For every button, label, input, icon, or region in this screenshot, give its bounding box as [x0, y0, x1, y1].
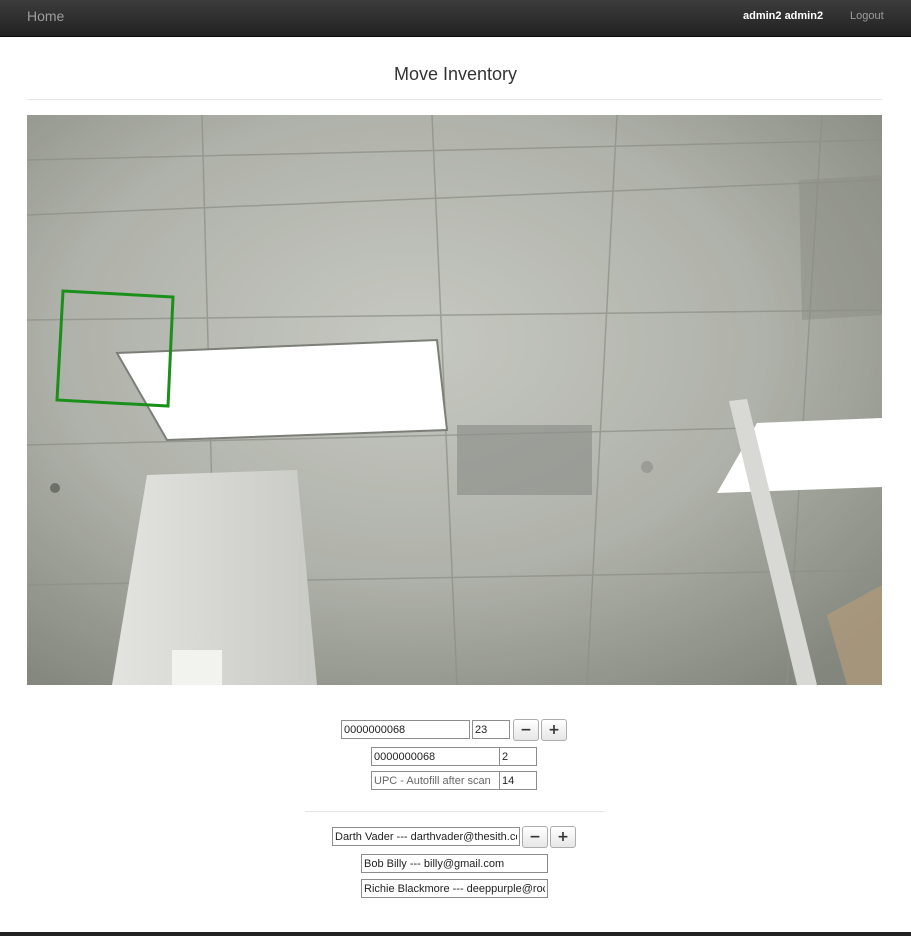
user-field-2[interactable] [361, 854, 548, 873]
section-divider [305, 811, 605, 812]
upc-field-2[interactable] [371, 747, 500, 766]
current-user-name: admin2 admin2 [743, 10, 824, 22]
bottom-bar [0, 932, 911, 936]
upc-field-3[interactable] [371, 771, 500, 790]
quantity-field-2[interactable] [499, 747, 537, 766]
camera-feed-image [27, 115, 882, 685]
remove-inventory-button[interactable]: − [513, 719, 539, 741]
camera-preview [27, 115, 882, 685]
upc-field-1[interactable] [341, 720, 470, 739]
user-field-1[interactable] [332, 827, 520, 846]
remove-user-button[interactable]: − [522, 826, 548, 848]
logout-link[interactable]: Logout [850, 10, 884, 22]
add-inventory-button[interactable]: + [541, 719, 567, 741]
quantity-field-1[interactable] [472, 720, 510, 739]
title-divider [27, 99, 882, 100]
add-user-button[interactable]: + [550, 826, 576, 848]
nav-home-link[interactable]: Home [27, 8, 64, 24]
user-field-3[interactable] [361, 879, 548, 898]
page-title: Move Inventory [393, 64, 518, 84]
quantity-field-3[interactable] [499, 771, 537, 790]
top-navbar: Home admin2 admin2 Logout [0, 0, 911, 37]
